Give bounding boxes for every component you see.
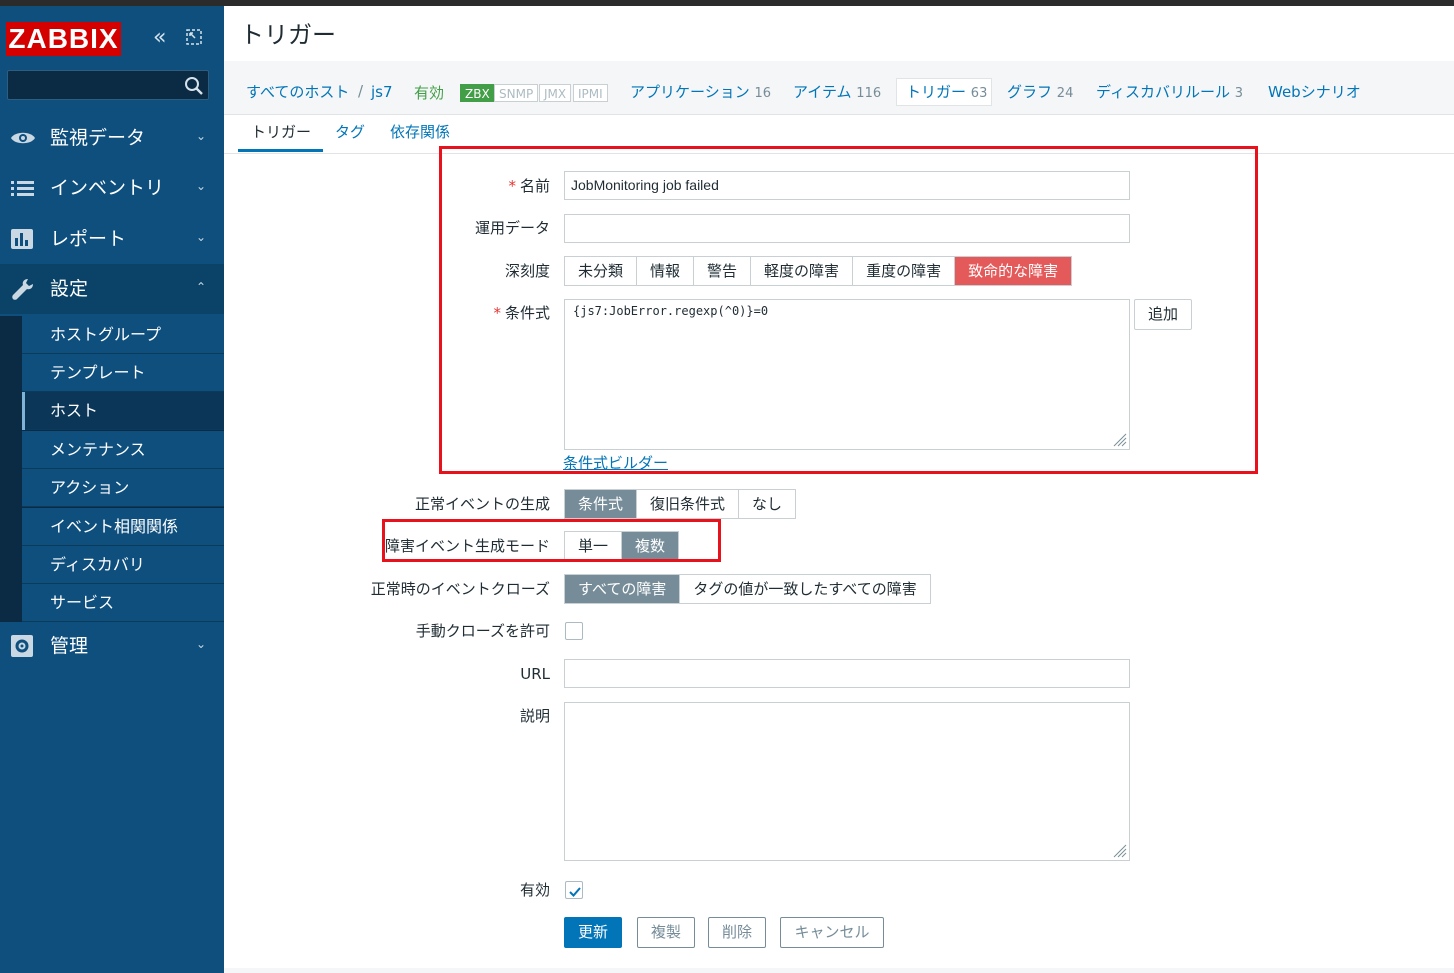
eye-icon [10, 126, 36, 150]
description-label: 説明 [519, 707, 550, 725]
hostbar-link-applications[interactable]: アプリケーション 16 [630, 82, 771, 104]
breadcrumb-all-hosts[interactable]: すべてのホスト [246, 82, 349, 102]
sidebar-subitem-host-groups[interactable]: ホストグループ [22, 316, 224, 354]
collapse-sidebar-icon[interactable]: « [153, 23, 177, 53]
hostbar-link-web-scenarios[interactable]: Webシナリオ [1268, 82, 1361, 102]
chevron-down-icon: ⌄ [196, 129, 207, 143]
ok-event-generation-label: 正常イベントの生成 [414, 495, 550, 513]
sidebar-item-inventory[interactable]: インベントリ ⌄ [0, 163, 224, 213]
allow-manual-close-label: 手動クローズを許可 [415, 622, 550, 640]
sidebar-item-label: インベントリ [50, 177, 165, 199]
chevron-up-icon: ⌃ [196, 280, 207, 294]
sidebar-subitem-event-correlation[interactable]: イベント相関関係 [22, 508, 224, 546]
checkmark-icon [569, 883, 581, 897]
sidebar-subitem-templates[interactable]: テンプレート [22, 354, 224, 392]
resize-grip-icon[interactable] [1111, 842, 1127, 858]
sidebar-item-label: 管理 [50, 635, 89, 657]
enabled-checkbox[interactable] [565, 881, 583, 899]
ipmi-availability-badge: IPMI [573, 84, 608, 102]
annotation-highlight-box [382, 519, 721, 562]
ok-event-none[interactable]: なし [739, 490, 796, 518]
bar-chart-icon [10, 227, 36, 251]
search-icon[interactable] [183, 75, 205, 97]
allow-manual-close-checkbox[interactable] [565, 622, 583, 640]
footer-strip [224, 968, 1454, 973]
ok-event-closes-label: 正常時のイベントクローズ [370, 580, 550, 598]
active-tab-indicator [238, 149, 323, 152]
jmx-availability-badge: JMX [539, 84, 572, 102]
gear-icon [10, 634, 36, 658]
ok-event-recovery-expression[interactable]: 復旧条件式 [637, 490, 740, 518]
sidebar-item-monitoring[interactable]: 監視データ ⌄ [0, 113, 224, 163]
main-content: トリガー すべてのホスト / js7 有効 ZBX SNMP JMX IPMI … [224, 6, 1454, 973]
sidebar-item-label: レポート [50, 228, 127, 250]
wrench-icon [10, 277, 36, 301]
tab-tags[interactable]: タグ [335, 122, 365, 142]
hostbar-link-graphs[interactable]: グラフ 24 [1007, 82, 1073, 104]
ok-close-tag-match[interactable]: タグの値が一致したすべての障害 [680, 575, 930, 603]
zabbix-logo[interactable]: ZABBIX [6, 22, 121, 56]
ok-close-all-problems[interactable]: すべての障害 [565, 575, 681, 603]
sidebar-item-administration[interactable]: 管理 ⌄ [0, 621, 224, 671]
sidebar-subitem-hosts[interactable]: ホスト [22, 392, 224, 430]
kiosk-mode-icon[interactable] [184, 26, 204, 48]
sidebar-item-label: 設定 [50, 278, 89, 300]
sidebar-search-input[interactable] [7, 70, 209, 100]
snmp-availability-badge: SNMP [494, 84, 539, 102]
clone-button[interactable]: 複製 [637, 917, 695, 948]
hostbar-link-triggers[interactable]: トリガー 63 [906, 82, 987, 104]
sidebar-item-configuration[interactable]: 設定 ⌃ [0, 264, 224, 314]
description-textarea[interactable] [564, 702, 1130, 861]
cancel-button[interactable]: キャンセル [780, 917, 884, 948]
update-button[interactable]: 更新 [564, 917, 622, 948]
ok-event-expression[interactable]: 条件式 [565, 490, 638, 518]
chevron-down-icon: ⌄ [196, 230, 207, 244]
sidebar: ZABBIX « 監視データ ⌄ インベントリ ⌄ レポート ⌄ 設定 ⌃ ホス [0, 6, 224, 973]
sidebar-subitem-services[interactable]: サービス [22, 584, 224, 622]
tab-dependencies[interactable]: 依存関係 [390, 122, 450, 142]
enabled-label: 有効 [519, 881, 550, 899]
sidebar-subitem-maintenance[interactable]: メンテナンス [22, 431, 224, 469]
sidebar-subitem-actions[interactable]: アクション [22, 469, 224, 507]
page-title: トリガー [240, 21, 336, 49]
ok-event-generation-selector: 条件式 復旧条件式 なし [564, 489, 797, 519]
delete-button[interactable]: 削除 [708, 917, 766, 948]
list-icon [10, 176, 36, 200]
breadcrumb-separator: / [358, 82, 364, 100]
configuration-submenu: ホストグループ テンプレート ホスト メンテナンス アクション イベント相関関係… [0, 316, 224, 622]
url-input[interactable] [564, 659, 1130, 688]
annotation-highlight-box [439, 146, 1258, 474]
breadcrumb-host[interactable]: js7 [371, 82, 393, 102]
ok-event-closes-selector: すべての障害 タグの値が一致したすべての障害 [564, 574, 931, 604]
sidebar-subitem-discovery[interactable]: ディスカバリ [22, 546, 224, 584]
chevron-down-icon: ⌄ [196, 179, 207, 193]
host-status[interactable]: 有効 [414, 82, 444, 103]
sidebar-item-reports[interactable]: レポート ⌄ [0, 214, 224, 264]
hostbar-link-items[interactable]: アイテム 116 [793, 82, 881, 104]
tab-trigger[interactable]: トリガー [251, 122, 311, 142]
hostbar-link-discovery-rules[interactable]: ディスカバリルール 3 [1096, 82, 1243, 104]
zbx-availability-badge: ZBX [460, 84, 495, 102]
url-label: URL [520, 665, 550, 683]
chevron-down-icon: ⌄ [196, 637, 207, 651]
sidebar-item-label: 監視データ [50, 127, 146, 149]
